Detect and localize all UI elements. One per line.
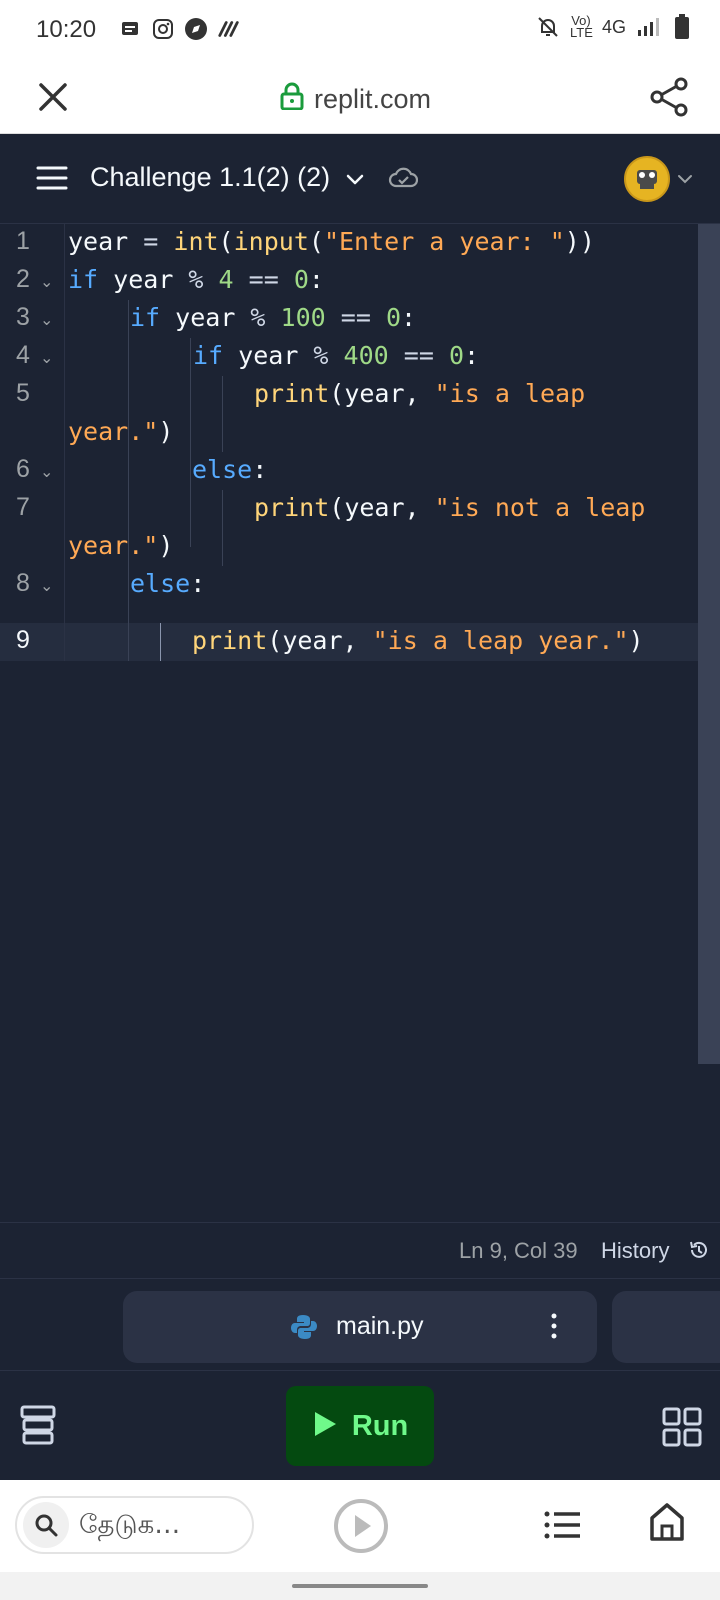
notification-icons	[118, 17, 241, 41]
fold-chevron-icon[interactable]: ⌄	[40, 576, 53, 595]
code-text: year = int(input("Enter a year: "))	[68, 227, 595, 256]
home-icon[interactable]	[648, 1502, 686, 1542]
more-vertical-icon[interactable]	[549, 1311, 559, 1341]
search-placeholder: தேடுக…	[79, 1510, 181, 1540]
code-line[interactable]: 1 year = int(input("Enter a year: "))	[0, 224, 700, 262]
python-icon	[290, 1313, 318, 1341]
status-bar: 10:20 Vo) LTE 4G	[0, 0, 720, 62]
message-icon	[118, 17, 142, 41]
lock-icon	[280, 82, 304, 117]
file-tabs: main.py	[0, 1278, 720, 1370]
code-line-active[interactable]: 9 print(year, "is a leap year.")	[0, 623, 700, 661]
code-line[interactable]: 3 ⌄ if year % 100 == 0:	[0, 300, 700, 338]
network-label: 4G	[601, 16, 626, 37]
status-time: 10:20	[36, 16, 97, 43]
search-icon	[23, 1502, 69, 1548]
line-number: 3	[16, 303, 30, 331]
system-icons: Vo) LTE 4G	[536, 13, 694, 40]
editor-scrollbar[interactable]	[698, 224, 720, 1064]
editor-status-line: Ln 9, Col 39 History	[0, 1222, 720, 1278]
fold-chevron-icon[interactable]: ⌄	[40, 310, 53, 329]
line-number: 6	[16, 455, 30, 483]
code-editor[interactable]: 1 year = int(input("Enter a year: ")) 2 …	[0, 224, 720, 1222]
code-text: print(year, "is a leap	[254, 379, 586, 408]
home-gesture-handle[interactable]	[292, 1584, 428, 1588]
code-text: year.")	[68, 417, 174, 446]
url-text: replit.com	[314, 84, 432, 114]
play-circle-icon[interactable]	[333, 1498, 389, 1554]
browser-search-field[interactable]: தேடுக…	[15, 1496, 254, 1554]
workspace-header: Challenge 1.1(2) (2)	[0, 134, 720, 224]
tab-label: main.py	[336, 1312, 424, 1340]
code-text: else:	[130, 569, 206, 598]
user-avatar[interactable]	[624, 156, 670, 202]
code-text: if year % 100 == 0:	[130, 303, 417, 332]
workspace-toolbar: Run	[0, 1370, 720, 1480]
code-line[interactable]: 8 ⌄ else:	[0, 566, 700, 604]
code-text: else:	[192, 455, 268, 484]
code-line-wrap[interactable]: year.")	[0, 414, 700, 452]
battery-icon	[670, 14, 694, 39]
share-icon[interactable]	[648, 76, 690, 118]
code-text: print(year, "is not a leap	[254, 493, 646, 522]
code-text: if year % 4 == 0:	[68, 265, 324, 294]
run-button[interactable]: Run	[286, 1386, 434, 1466]
instagram-icon	[151, 17, 175, 41]
code-line[interactable]: 6 ⌄ else:	[0, 452, 700, 490]
compass-icon	[184, 17, 208, 41]
list-icon[interactable]	[544, 1510, 582, 1540]
fold-chevron-icon[interactable]: ⌄	[40, 348, 53, 367]
line-number: 9	[16, 626, 30, 654]
code-line-wrap[interactable]: year.")	[0, 528, 700, 566]
avatar-chevron-icon[interactable]	[676, 170, 694, 188]
tab-next[interactable]	[612, 1291, 720, 1363]
line-number: 1	[16, 227, 30, 255]
tab-main-py[interactable]: main.py	[123, 1291, 597, 1363]
history-button[interactable]: History	[601, 1238, 669, 1264]
line-number: 4	[16, 341, 30, 369]
close-icon[interactable]	[34, 78, 72, 116]
chevron-down-icon[interactable]	[344, 168, 366, 190]
code-line[interactable]: 5 print(year, "is a leap	[0, 376, 700, 414]
cursor-position: Ln 9, Col 39	[459, 1238, 578, 1263]
code-line[interactable]: 4 ⌄ if year % 400 == 0:	[0, 338, 700, 376]
fold-chevron-icon[interactable]: ⌄	[40, 462, 53, 481]
code-text: print(year, "is a leap year.")	[192, 626, 644, 655]
line-number: 7	[16, 493, 30, 521]
run-label: Run	[351, 1409, 409, 1442]
project-title[interactable]: Challenge 1.1(2) (2)	[90, 162, 330, 193]
hamburger-menu-icon[interactable]	[36, 164, 68, 192]
play-icon	[312, 1410, 338, 1443]
line-number: 8	[16, 569, 30, 597]
address-field[interactable]: replit.com	[280, 82, 431, 117]
grid-icon[interactable]	[662, 1407, 702, 1447]
line-number: 2	[16, 265, 30, 293]
system-nav-bar	[0, 1572, 720, 1600]
fold-chevron-icon[interactable]: ⌄	[40, 272, 53, 291]
code-line[interactable]: 2 ⌄ if year % 4 == 0:	[0, 262, 700, 300]
layers-icon[interactable]	[20, 1405, 56, 1445]
browser-url-bar: replit.com	[0, 62, 720, 134]
code-line[interactable]: 7 print(year, "is not a leap	[0, 490, 700, 528]
browser-bottom-bar: தேடுக…	[0, 1480, 720, 1572]
code-text: year.")	[68, 531, 174, 560]
code-text: if year % 400 == 0:	[193, 341, 480, 370]
volte-label: Vo) LTE	[569, 13, 593, 40]
cloud-saved-icon[interactable]	[388, 164, 419, 192]
mute-icon	[536, 15, 560, 39]
history-icon[interactable]	[688, 1239, 710, 1261]
app-icon	[217, 17, 241, 41]
line-number: 5	[16, 379, 30, 407]
signal-icon	[636, 15, 660, 39]
